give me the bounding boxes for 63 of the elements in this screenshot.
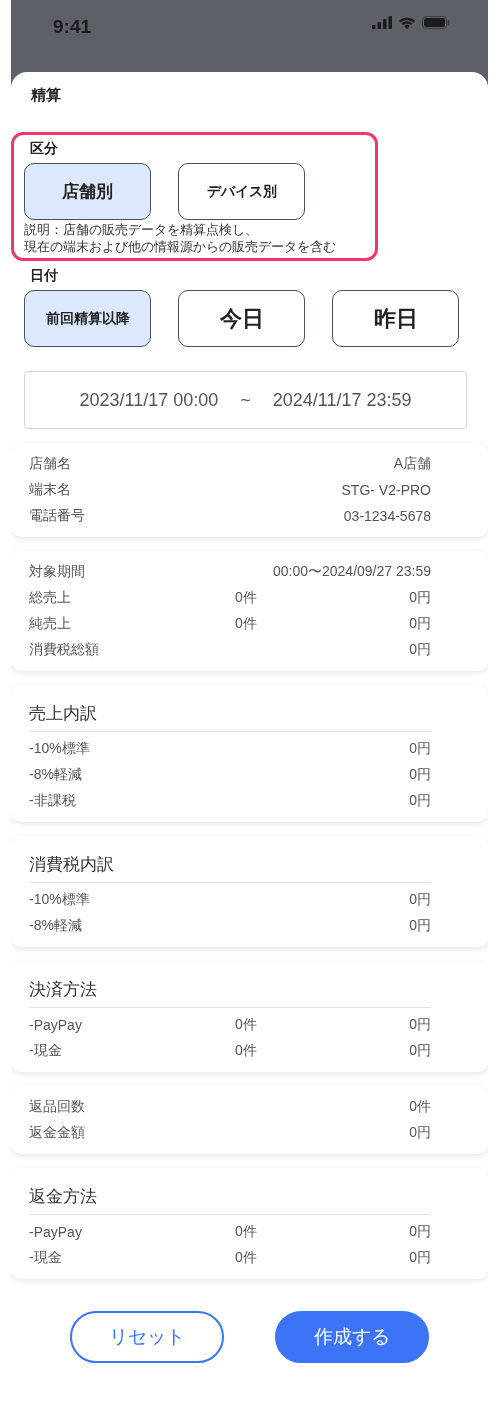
card-title: 返金方法 [29,1178,431,1215]
row-value: 00:00〜2024/09/27 23:59 [272,563,431,581]
row-count: 0件 [235,1249,257,1267]
battery-icon [422,16,450,29]
row-count: 0件 [235,1016,257,1034]
card-title: 売上内訳 [29,695,431,732]
row-count: 0件 [235,589,257,607]
row-label: -8%軽減 [29,917,82,935]
wifi-icon [398,16,416,29]
row-label: -現金 [29,1249,62,1267]
row-count: 0件 [235,1223,257,1241]
description-text: 説明：店舗の販売データを精算点検し、 [24,223,259,237]
date-range-field[interactable]: 2023/11/17 00:00 ~ 2024/11/17 23:59 [24,371,467,429]
row-label: -PayPay [29,1224,82,1240]
row-label: -PayPay [29,1017,82,1033]
status-time: 9:41 [53,16,92,38]
create-button[interactable]: 作成する [275,1311,429,1363]
row-label: 純売上 [29,615,71,633]
row-value: 0円 [409,740,431,758]
row-value: 03-1234-5678 [343,508,431,524]
row-label: -非課税 [29,792,76,810]
row-label: 返金金額 [29,1124,85,1142]
row-value: 0円 [409,1042,431,1060]
row-count: 0件 [235,1042,257,1060]
category-option[interactable]: デバイス別 [178,163,305,220]
date-option[interactable]: 前回精算以降 [24,290,151,347]
date-option[interactable]: 昨日 [332,290,459,347]
section-label: 日付 [29,267,59,285]
row-label: 返品回数 [29,1098,85,1116]
date-option[interactable]: 今日 [178,290,305,347]
row-label: -10%標準 [29,891,90,909]
signal-icon [372,16,392,29]
row-value: A店舗 [393,455,431,473]
row-value: 0円 [409,891,431,909]
reset-button[interactable]: リセット [70,1311,224,1363]
row-value: 0円 [409,917,431,935]
row-count: 0件 [235,615,257,633]
row-label: 電話番号 [29,507,85,525]
section-label: 区分 [29,140,59,158]
sheet-title: 精算 [30,86,62,106]
row-value: 0円 [409,766,431,784]
row-label: 端末名 [29,481,71,499]
row-label: 消費税総額 [29,641,99,659]
description-text: 現在の端末および他の情報源からの販売データを含む [24,240,337,254]
row-label: -10%標準 [29,740,90,758]
row-value: 0円 [409,792,431,810]
row-value: 0件 [409,1098,431,1116]
row-value: 0円 [409,641,431,659]
row-value: 0円 [409,1016,431,1034]
row-value: 0円 [409,589,431,607]
row-value: 0円 [409,1223,431,1241]
card-title: 消費税内訳 [29,846,431,883]
row-label: 総売上 [29,589,71,607]
row-label: 対象期間 [29,563,85,581]
row-value: 0円 [409,1124,431,1142]
card-title: 決済方法 [29,971,431,1008]
row-label: -現金 [29,1042,62,1060]
category-option[interactable]: 店舗別 [24,163,151,220]
row-value: STG- V2-PRO [341,482,431,498]
row-value: 0円 [409,615,431,633]
row-label: 店舗名 [29,455,71,473]
row-label: -8%軽減 [29,766,82,784]
row-value: 0円 [409,1249,431,1267]
